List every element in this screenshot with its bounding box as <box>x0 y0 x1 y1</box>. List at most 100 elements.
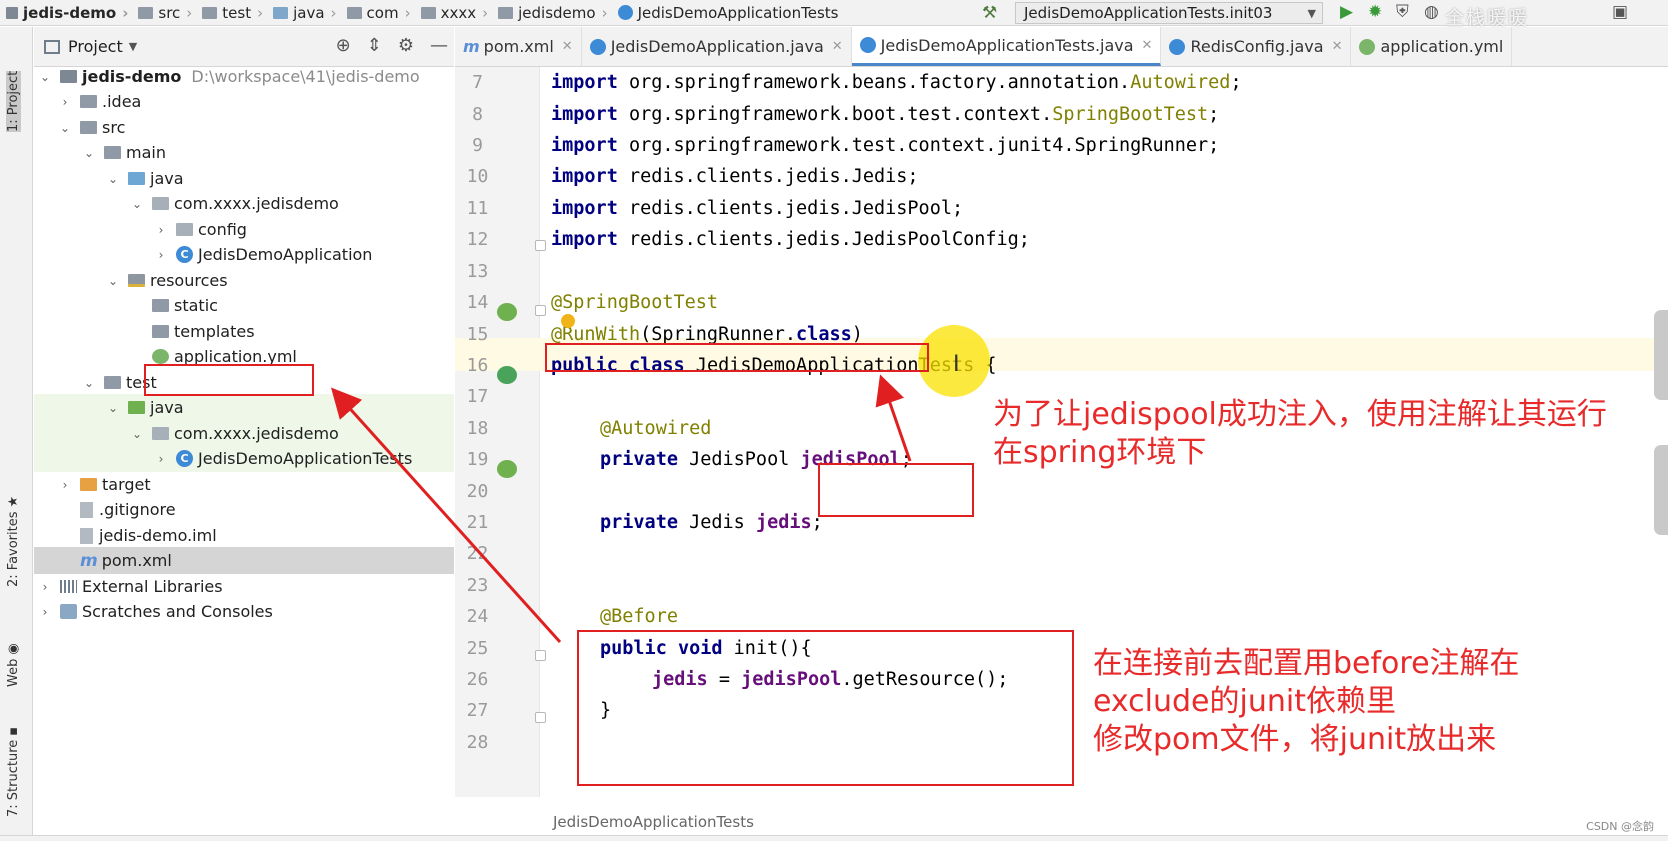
chevron-right-icon[interactable]: › <box>38 605 52 619</box>
line-number: 21 <box>466 512 489 533</box>
highlight-box-runwith <box>545 343 929 372</box>
fold-marker-icon[interactable] <box>535 240 546 251</box>
project-view-select[interactable]: Project <box>68 37 123 56</box>
tree-item-main[interactable]: ⌄ main <box>34 139 454 166</box>
code-line-12: import redis.clients.jedis.JedisPoolConf… <box>551 229 1030 250</box>
tree-item-main-package[interactable]: ⌄ com.xxxx.jedisdemo <box>34 190 454 217</box>
web-tool-tab[interactable]: Web ◉ <box>6 643 21 687</box>
spring-bean-icon[interactable] <box>497 303 517 321</box>
package-icon <box>152 197 169 210</box>
breadcrumb-item[interactable]: com › <box>341 4 415 22</box>
close-icon[interactable]: ✕ <box>562 39 573 54</box>
chevron-right-icon[interactable]: › <box>154 223 168 237</box>
editor-breadcrumb-item[interactable]: JedisDemoApplicationTests <box>553 813 754 831</box>
spring-autowired-icon[interactable] <box>497 460 517 478</box>
tree-item-main-java[interactable]: ⌄ java <box>34 165 454 192</box>
project-tool-tab[interactable]: 1: Project <box>6 70 21 132</box>
close-icon[interactable]: ✕ <box>1142 38 1153 53</box>
maven-icon: m <box>80 550 98 571</box>
intention-bulb-icon[interactable] <box>561 314 575 328</box>
project-structure-icon[interactable]: ▣ <box>1612 2 1628 22</box>
run-icon[interactable]: ▶ <box>1340 2 1353 22</box>
tree-item-config[interactable]: › config <box>34 216 454 243</box>
project-tree: ⌄ jedis-demo D:\workspace\41\jedis-demo ›.… <box>34 67 454 835</box>
text-cursor-icon: I <box>953 352 960 377</box>
tree-item-test-package[interactable]: ⌄ com.xxxx.jedisdemo <box>34 420 454 447</box>
tree-item-templates[interactable]: templates <box>34 318 454 345</box>
locate-icon[interactable]: ⊕ <box>336 35 351 56</box>
tree-item-pom-xml[interactable]: m pom.xml <box>34 547 454 574</box>
build-hammer-icon[interactable]: ⚒ <box>982 3 997 23</box>
run-configuration-select[interactable]: JedisDemoApplicationTests.init03 ▼ <box>1015 2 1323 24</box>
credit-watermark: CSDN @念韵 <box>1586 820 1654 833</box>
tree-item-external-libraries[interactable]: › External Libraries <box>34 573 454 600</box>
debug-icon[interactable]: ✹ <box>1368 2 1382 22</box>
coverage-icon[interactable]: ⛨ <box>1396 2 1409 22</box>
tree-item-gitignore[interactable]: .gitignore <box>34 496 454 523</box>
tree-item-jedisdemoapplicationtests[interactable]: › C JedisDemoApplicationTests <box>34 445 454 472</box>
folder-icon <box>420 6 436 19</box>
chevron-down-icon[interactable]: ▼ <box>129 40 137 53</box>
chevron-right-icon[interactable]: › <box>38 580 52 594</box>
close-icon[interactable]: ✕ <box>832 39 843 54</box>
navigation-bar: jedis-demo › src › test › java › com › xxxx › … <box>0 0 1668 26</box>
chevron-right-icon[interactable]: › <box>154 452 168 466</box>
chevron-down-icon[interactable]: ⌄ <box>130 197 144 211</box>
tree-item-resources[interactable]: ⌄ resources <box>34 267 454 294</box>
file-icon <box>80 527 93 544</box>
breadcrumb-item[interactable]: jedisdemo › <box>492 4 611 22</box>
tab-redisconfig[interactable]: RedisConfig.java ✕ <box>1161 27 1352 66</box>
fold-marker-icon[interactable] <box>535 650 546 661</box>
chevron-right-icon[interactable]: › <box>58 95 72 109</box>
chevron-down-icon[interactable]: ⌄ <box>82 146 96 160</box>
hide-icon[interactable]: — <box>430 35 448 56</box>
chevron-down-icon[interactable]: ⌄ <box>82 376 96 390</box>
tree-item-scratches[interactable]: › Scratches and Consoles <box>34 598 454 625</box>
line-number: 22 <box>466 543 489 564</box>
chevron-down-icon[interactable]: ⌄ <box>38 70 52 84</box>
breadcrumb-item[interactable]: java › <box>267 4 340 22</box>
tab-jedisdemoapplication[interactable]: JedisDemoApplication.java ✕ <box>582 27 852 66</box>
test-class-icon: C <box>176 450 193 467</box>
chevron-down-icon[interactable]: ⌄ <box>106 401 120 415</box>
line-number: 24 <box>466 606 489 627</box>
gear-icon[interactable]: ⚙ <box>398 35 414 56</box>
code-line-21: private Jedis jedis; <box>600 512 823 533</box>
chevron-down-icon[interactable]: ⌄ <box>106 172 120 186</box>
collapse-all-icon[interactable]: ⇕ <box>367 35 382 56</box>
fold-marker-icon[interactable] <box>535 712 546 723</box>
breadcrumb-item[interactable]: JedisDemoApplicationTests <box>612 4 843 22</box>
structure-tool-tab[interactable]: 7: Structure ▪ <box>6 727 21 817</box>
run-test-gutter-icon[interactable] <box>497 366 517 384</box>
tree-item-jedisdemoapplication[interactable]: › C JedisDemoApplication <box>34 241 454 268</box>
scroll-handle[interactable] <box>1654 445 1668 535</box>
chevron-down-icon[interactable]: ⌄ <box>106 274 120 288</box>
breadcrumb-item[interactable]: jedis-demo › <box>0 4 132 22</box>
tree-item-jedis-demo[interactable]: ⌄ jedis-demo D:\workspace\41\jedis-demo <box>34 63 454 90</box>
breadcrumb-item[interactable]: xxxx › <box>415 4 493 22</box>
chevron-down-icon[interactable]: ⌄ <box>58 121 72 135</box>
tree-item-test-java[interactable]: ⌄ java <box>34 394 454 421</box>
tree-item-target[interactable]: › target <box>34 471 454 498</box>
close-icon[interactable]: ✕ <box>1332 39 1343 54</box>
tree-item-static[interactable]: static <box>34 292 454 319</box>
tree-item-idea[interactable]: › .idea <box>34 88 454 115</box>
chevron-right-icon[interactable]: › <box>58 478 72 492</box>
breadcrumb-item[interactable]: test › <box>196 4 267 22</box>
tab-application-yml[interactable]: application.yml <box>1351 27 1513 66</box>
scroll-handle[interactable] <box>1654 310 1668 400</box>
tree-item-iml[interactable]: jedis-demo.iml <box>34 522 454 549</box>
class-icon <box>589 38 606 55</box>
fold-marker-icon[interactable] <box>535 305 546 316</box>
tree-item-src[interactable]: ⌄ src <box>34 114 454 141</box>
tab-jedisdemoapplicationtests[interactable]: JedisDemoApplicationTests.java ✕ <box>851 27 1162 66</box>
chevron-right-icon[interactable]: › <box>154 248 168 262</box>
chevron-down-icon[interactable]: ⌄ <box>130 427 144 441</box>
line-number: 14 <box>466 292 489 313</box>
favorites-tool-tab[interactable]: 2: Favorites ★ <box>6 496 21 587</box>
code-line-18: @Autowired <box>600 418 712 439</box>
profile-icon[interactable]: ◍ <box>1424 2 1439 22</box>
tab-pom-xml[interactable]: m pom.xml ✕ <box>455 27 582 66</box>
breadcrumb-item[interactable]: src › <box>132 4 196 22</box>
line-number: 11 <box>466 198 489 219</box>
